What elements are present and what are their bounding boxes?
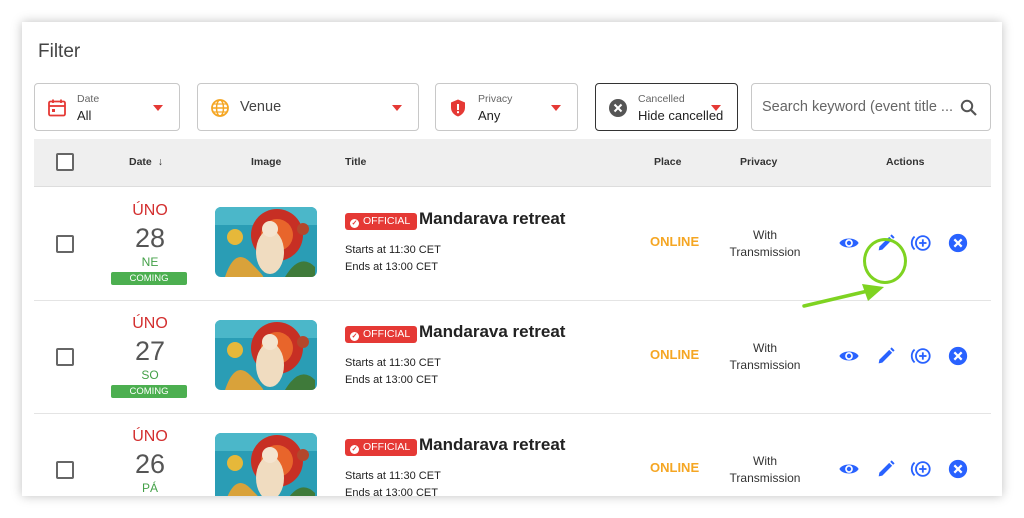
event-start-time: Starts at 11:30 CET xyxy=(345,244,441,256)
event-image xyxy=(215,320,317,390)
check-icon: ✓ xyxy=(350,445,359,454)
date-weekday: PÁ xyxy=(141,481,158,495)
highlight-circle xyxy=(863,238,907,284)
event-privacy: With Transmission xyxy=(714,453,816,487)
date-weekday: SO xyxy=(141,368,159,382)
date-month: ÚNO xyxy=(132,202,168,219)
date-day: 27 xyxy=(134,336,166,366)
table-row: ÚNO 27 SO COMING ✓ OFFICIAL Mandarava ret… xyxy=(34,300,991,414)
column-header-privacy: Privacy xyxy=(740,156,778,168)
column-header-image: Image xyxy=(251,156,282,168)
search-icon[interactable] xyxy=(960,99,978,117)
event-place: ONLINE xyxy=(650,234,700,249)
column-header-place: Place xyxy=(654,156,682,168)
date-header-label: Date xyxy=(129,156,152,168)
globe-icon xyxy=(211,99,229,117)
event-privacy: With Transmission xyxy=(714,340,816,374)
event-end-time: Ends at 13:00 CET xyxy=(345,374,438,386)
date-day: 28 xyxy=(134,223,166,253)
cancelled-filter-label: Cancelled xyxy=(638,93,685,105)
search-input[interactable]: Search keyword (event title ... xyxy=(751,83,991,131)
shield-icon xyxy=(451,99,465,117)
cancel-circle-icon[interactable] xyxy=(947,345,969,367)
column-header-title: Title xyxy=(345,156,367,168)
official-tag: ✓ OFFICIAL xyxy=(345,326,418,343)
chevron-down-icon xyxy=(153,105,163,111)
event-image xyxy=(215,433,317,496)
cancel-circle-icon[interactable] xyxy=(947,458,969,480)
column-header-date[interactable]: Date ↓ xyxy=(129,156,163,168)
pencil-icon[interactable] xyxy=(875,345,897,367)
privacy-filter-label: Privacy xyxy=(478,93,513,105)
event-title[interactable]: Mandarava retreat xyxy=(419,322,565,342)
highlight-arrow xyxy=(802,284,884,308)
official-tag: ✓ OFFICIAL xyxy=(345,439,418,456)
privacy-line-2: Transmission xyxy=(729,245,801,259)
event-image xyxy=(215,207,317,277)
date-weekday: NE xyxy=(141,255,159,269)
check-icon: ✓ xyxy=(350,332,359,341)
add-circle-icon[interactable] xyxy=(910,345,932,367)
event-title[interactable]: Mandarava retreat xyxy=(419,435,565,455)
table-row: ÚNO 26 PÁ ✓ OFFICIAL Mandarava retreat St… xyxy=(34,413,991,496)
date-month: ÚNO xyxy=(132,428,168,445)
venue-filter[interactable]: Venue xyxy=(197,83,419,131)
eye-icon[interactable] xyxy=(838,458,860,480)
eye-icon[interactable] xyxy=(838,345,860,367)
event-start-time: Starts at 11:30 CET xyxy=(345,357,441,369)
pencil-icon[interactable] xyxy=(875,458,897,480)
add-circle-icon[interactable] xyxy=(910,232,932,254)
privacy-line-1: With xyxy=(753,341,777,355)
cancelled-filter[interactable]: Cancelled Hide cancelled xyxy=(595,83,738,131)
privacy-filter-value: Any xyxy=(478,108,501,123)
filter-title: Filter xyxy=(38,41,81,62)
event-end-time: Ends at 13:00 CET xyxy=(345,487,438,496)
sort-arrow-icon: ↓ xyxy=(157,156,163,168)
official-tag-label: OFFICIAL xyxy=(363,328,411,340)
event-place: ONLINE xyxy=(650,460,700,475)
event-end-time: Ends at 13:00 CET xyxy=(345,261,438,273)
date-filter[interactable]: Date All xyxy=(34,83,180,131)
official-tag-label: OFFICIAL xyxy=(363,215,411,227)
event-privacy: With Transmission xyxy=(714,227,816,261)
calendar-icon xyxy=(48,99,66,117)
row-checkbox[interactable] xyxy=(56,461,74,479)
venue-filter-label: Venue xyxy=(240,99,282,115)
event-place: ONLINE xyxy=(650,347,700,362)
events-panel: Filter Date All Venue Privacy Any Cancel… xyxy=(22,22,1002,496)
table-header: Date ↓ Image Title Place Privacy Actions xyxy=(34,139,991,187)
chevron-down-icon xyxy=(711,105,721,111)
row-checkbox[interactable] xyxy=(56,235,74,253)
column-header-actions: Actions xyxy=(886,156,925,168)
privacy-line-1: With xyxy=(753,228,777,242)
privacy-line-2: Transmission xyxy=(729,358,801,372)
official-tag-label: OFFICIAL xyxy=(363,441,411,453)
date-filter-label: Date xyxy=(77,93,100,105)
event-start-time: Starts at 11:30 CET xyxy=(345,470,441,482)
row-checkbox[interactable] xyxy=(56,348,74,366)
date-filter-value: All xyxy=(77,108,92,123)
chevron-down-icon xyxy=(551,105,561,111)
eye-icon[interactable] xyxy=(838,232,860,254)
clear-icon[interactable] xyxy=(608,98,628,118)
chevron-down-icon xyxy=(392,105,402,111)
privacy-filter[interactable]: Privacy Any xyxy=(435,83,578,131)
privacy-line-1: With xyxy=(753,454,777,468)
add-circle-icon[interactable] xyxy=(910,458,932,480)
privacy-line-2: Transmission xyxy=(729,471,801,485)
check-icon: ✓ xyxy=(350,219,359,228)
status-badge: COMING xyxy=(111,272,187,285)
select-all-checkbox[interactable] xyxy=(56,153,74,171)
search-placeholder: Search keyword (event title ... xyxy=(762,99,952,115)
event-title[interactable]: Mandarava retreat xyxy=(419,209,565,229)
cancel-circle-icon[interactable] xyxy=(947,232,969,254)
date-month: ÚNO xyxy=(132,315,168,332)
official-tag: ✓ OFFICIAL xyxy=(345,213,418,230)
status-badge: COMING xyxy=(111,385,187,398)
date-day: 26 xyxy=(134,449,166,479)
